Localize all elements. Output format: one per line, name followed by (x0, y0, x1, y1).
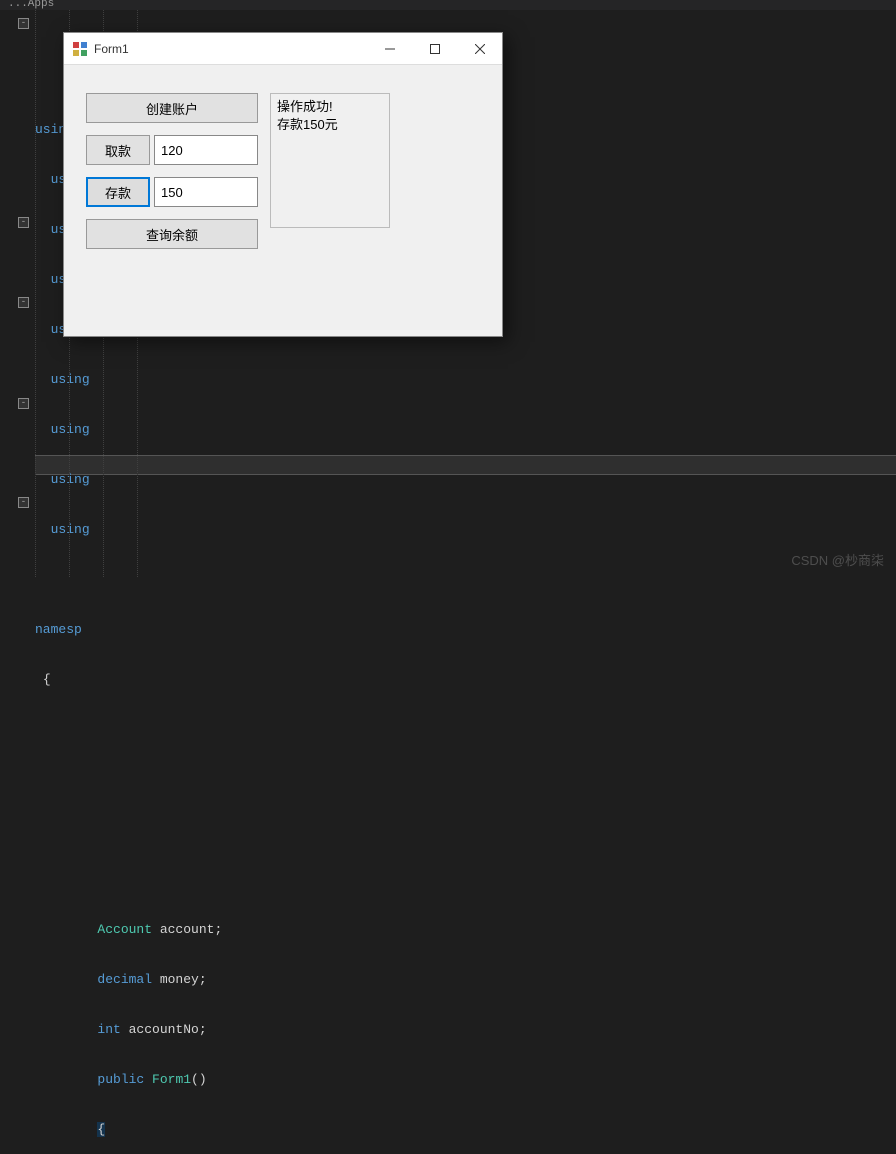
withdraw-input[interactable] (154, 135, 258, 165)
fold-icon[interactable]: - (18, 217, 29, 228)
fold-icon[interactable]: - (18, 497, 29, 508)
minimize-button[interactable] (367, 33, 412, 65)
withdraw-button[interactable]: 取款 (86, 135, 150, 165)
output-line: 操作成功! (277, 98, 383, 116)
form1-dialog: Form1 创建账户 取款 存款 查询余额 操作成功! 存款150元 (63, 32, 503, 337)
tab-left[interactable]: ...Apps (8, 0, 54, 10)
window-title: Form1 (94, 42, 129, 56)
app-icon (72, 41, 88, 57)
create-account-button[interactable]: 创建账户 (86, 93, 258, 123)
output-panel: 操作成功! 存款150元 (270, 93, 390, 228)
close-button[interactable] (457, 33, 502, 65)
titlebar[interactable]: Form1 (64, 33, 502, 65)
output-line: 存款150元 (277, 116, 383, 134)
fold-icon[interactable]: - (18, 297, 29, 308)
gutter: - - - - - (0, 10, 35, 577)
deposit-input[interactable] (154, 177, 258, 207)
maximize-button[interactable] (412, 33, 457, 65)
query-balance-button[interactable]: 查询余额 (86, 219, 258, 249)
deposit-button[interactable]: 存款 (86, 177, 150, 207)
fold-icon[interactable]: - (18, 398, 29, 409)
tab-bar: ...Apps (0, 0, 896, 10)
fold-icon[interactable]: - (18, 18, 29, 29)
